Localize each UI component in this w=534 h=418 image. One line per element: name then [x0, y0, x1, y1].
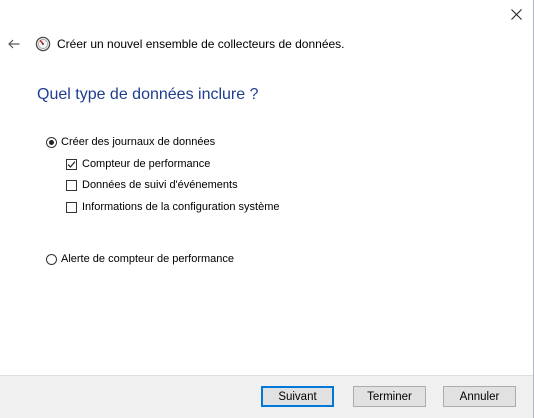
radio-button-unselected[interactable]	[46, 253, 57, 265]
checkbox-event-trace-data-label: Données de suivi d'événements	[82, 179, 238, 191]
wizard-footer: Suivant Terminer Annuler	[0, 375, 533, 418]
radio-create-data-logs[interactable]: Créer des journaux de données	[46, 136, 215, 148]
wizard-window: Créer un nouvel ensemble de collecteurs …	[0, 0, 534, 418]
back-button[interactable]	[6, 36, 22, 52]
checkbox-unchecked[interactable]	[66, 179, 77, 191]
cancel-button[interactable]: Annuler	[443, 386, 516, 407]
checkbox-unchecked[interactable]	[66, 201, 77, 213]
radio-create-data-logs-label: Créer des journaux de données	[61, 136, 216, 148]
wizard-header: Créer un nouvel ensemble de collecteurs …	[0, 34, 500, 56]
checkbox-checked[interactable]	[66, 158, 77, 170]
close-icon	[510, 8, 522, 20]
back-arrow-icon	[8, 39, 20, 49]
radio-performance-counter-alert[interactable]: Alerte de compteur de performance	[46, 253, 234, 265]
close-button[interactable]	[505, 4, 527, 24]
checkmark-icon	[67, 160, 76, 168]
radio-button-selected[interactable]	[46, 136, 57, 148]
checkbox-event-trace-data[interactable]: Données de suivi d'événements	[66, 179, 238, 191]
performance-monitor-icon	[35, 36, 51, 52]
finish-button[interactable]: Terminer	[353, 386, 426, 407]
checkbox-performance-counter[interactable]: Compteur de performance	[66, 158, 210, 170]
page-heading: Quel type de données inclure ?	[37, 86, 259, 103]
radio-performance-counter-alert-label: Alerte de compteur de performance	[61, 253, 235, 265]
next-button[interactable]: Suivant	[261, 386, 334, 407]
wizard-title: Créer un nouvel ensemble de collecteurs …	[57, 37, 345, 51]
checkbox-performance-counter-label: Compteur de performance	[82, 158, 211, 170]
checkbox-system-configuration-label: Informations de la configuration système	[82, 201, 280, 213]
checkbox-system-configuration[interactable]: Informations de la configuration système	[66, 201, 280, 213]
